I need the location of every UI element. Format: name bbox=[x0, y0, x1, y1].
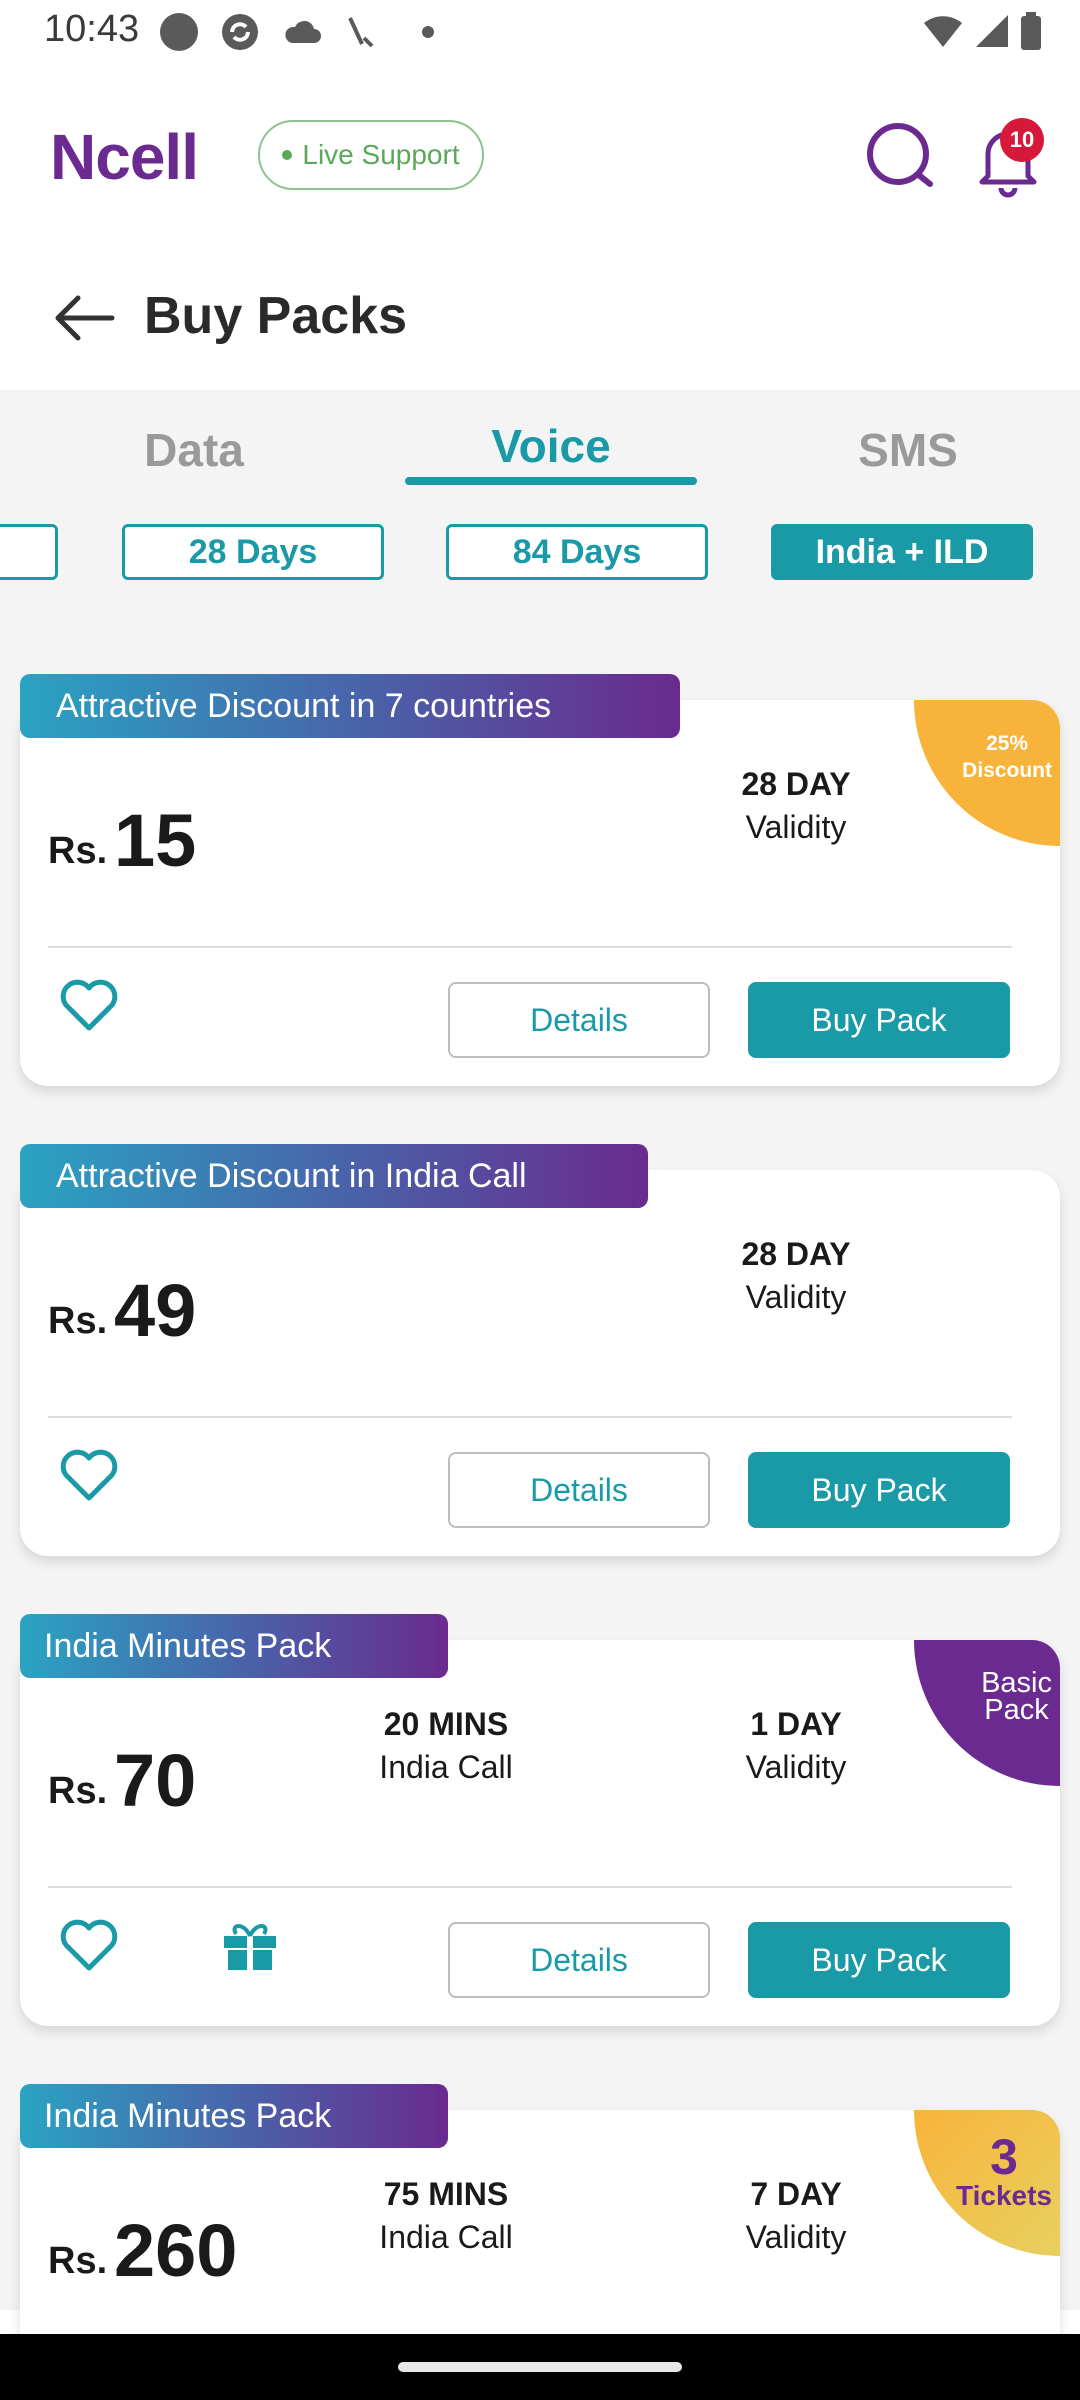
price-value: 260 bbox=[114, 2209, 238, 2292]
home-gesture-handle[interactable] bbox=[398, 2362, 682, 2372]
price-currency: Rs. bbox=[48, 1300, 108, 1342]
validity-label: Validity bbox=[745, 1279, 847, 1315]
validity-value: 28 DAY bbox=[741, 766, 851, 802]
app-header: Ncell Live Support 10 bbox=[0, 100, 1080, 220]
pack-card: Basic Pack Rs. 70 20 MINS India Call 1 DA… bbox=[20, 1640, 1060, 2026]
live-support-label: Live Support bbox=[302, 139, 460, 170]
price-value: 49 bbox=[114, 1269, 197, 1352]
tab-data[interactable]: Data bbox=[94, 423, 294, 477]
status-bar: 10:43 bbox=[0, 0, 1080, 64]
pack-banner: India Minutes Pack bbox=[20, 2084, 448, 2148]
minutes-stat: 20 MINS India Call bbox=[326, 1706, 566, 1786]
minutes-value: 20 MINS bbox=[383, 1706, 509, 1742]
discount-corner-badge: 25% Discount bbox=[914, 700, 1060, 846]
card-divider bbox=[48, 1416, 1012, 1418]
price-value: 15 bbox=[114, 799, 197, 882]
corner-badge-line2: Discount bbox=[962, 759, 1052, 782]
sync-icon bbox=[222, 14, 258, 50]
pack-card: 25% Discount Rs. 15 28 DAY Validity Detai… bbox=[20, 700, 1060, 1086]
search-icon[interactable] bbox=[862, 118, 942, 198]
status-time: 10:43 bbox=[44, 8, 140, 50]
price-currency: Rs. bbox=[48, 830, 108, 872]
buy-pack-button[interactable]: Buy Pack bbox=[748, 1922, 1010, 1998]
ncell-logo: Ncell bbox=[50, 121, 199, 193]
page-title: Buy Packs bbox=[144, 287, 408, 345]
validity-label: Validity bbox=[745, 809, 847, 845]
gift-icon[interactable] bbox=[220, 1916, 280, 1972]
details-button[interactable]: Details bbox=[448, 982, 710, 1058]
live-support-button[interactable]: Live Support bbox=[258, 120, 484, 190]
notification-count-badge: 10 bbox=[1000, 118, 1044, 162]
heart-icon[interactable] bbox=[58, 976, 120, 1032]
validity-stat: 28 DAY Validity bbox=[676, 766, 916, 846]
pack-banner: Attractive Discount in India Call bbox=[20, 1144, 648, 1208]
signal-icon bbox=[976, 15, 1008, 47]
price-currency: Rs. bbox=[48, 2240, 108, 2282]
minutes-label: India Call bbox=[379, 2219, 513, 2255]
pack-type-tabs: Data Voice SMS bbox=[0, 405, 1080, 495]
filter-chip-offscreen[interactable] bbox=[0, 524, 58, 580]
buy-pack-button[interactable]: Buy Pack bbox=[748, 982, 1010, 1058]
validity-label: Validity bbox=[745, 1749, 847, 1785]
cloud-icon bbox=[285, 20, 321, 43]
corner-badge-line1: 3 bbox=[990, 2129, 1018, 2185]
tab-sms[interactable]: SMS bbox=[808, 423, 1008, 477]
tools-icon bbox=[348, 17, 374, 48]
more-notifications-icon bbox=[422, 26, 434, 38]
corner-badge-line1: 25% bbox=[986, 732, 1029, 755]
validity-stat: 28 DAY Validity bbox=[676, 1236, 916, 1316]
details-button[interactable]: Details bbox=[448, 1922, 710, 1998]
minutes-label: India Call bbox=[379, 1749, 513, 1785]
buy-pack-button[interactable]: Buy Pack bbox=[748, 1452, 1010, 1528]
pack-card: Rs. 49 28 DAY Validity Details Buy Pack bbox=[20, 1170, 1060, 1556]
heart-icon[interactable] bbox=[58, 1916, 120, 1972]
pack-banner: Attractive Discount in 7 countries bbox=[20, 674, 680, 738]
card-divider bbox=[48, 946, 1012, 948]
validity-value: 28 DAY bbox=[741, 1236, 851, 1272]
validity-stat: 7 DAY Validity bbox=[676, 2176, 916, 2256]
wifi-icon bbox=[924, 16, 962, 47]
corner-badge-line2: Pack bbox=[984, 1694, 1049, 1726]
card-divider bbox=[48, 1886, 1012, 1888]
tab-voice[interactable]: Voice bbox=[405, 419, 697, 473]
filter-chip-india-ild[interactable]: India + ILD bbox=[771, 524, 1033, 580]
heart-icon[interactable] bbox=[58, 1446, 120, 1502]
battery-icon bbox=[1021, 12, 1041, 50]
validity-value: 7 DAY bbox=[750, 2176, 842, 2212]
minutes-value: 75 MINS bbox=[383, 2176, 509, 2212]
system-navigation-bar bbox=[0, 2334, 1080, 2400]
corner-badge-line2: Tickets bbox=[956, 2180, 1052, 2211]
filter-chip-28-days[interactable]: 28 Days bbox=[122, 524, 384, 580]
page-title-row: Buy Packs bbox=[0, 270, 1080, 370]
filter-chip-84-days[interactable]: 84 Days bbox=[446, 524, 708, 580]
back-arrow-icon[interactable] bbox=[50, 290, 116, 346]
validity-value: 1 DAY bbox=[750, 1706, 842, 1742]
notification-icon bbox=[160, 13, 198, 51]
details-button[interactable]: Details bbox=[448, 1452, 710, 1528]
validity-label: Validity bbox=[745, 2219, 847, 2255]
filter-chips: 28 Days 84 Days India + ILD bbox=[0, 524, 1080, 582]
minutes-stat: 75 MINS India Call bbox=[326, 2176, 566, 2256]
price-currency: Rs. bbox=[48, 1770, 108, 1812]
basic-pack-corner-badge: Basic Pack bbox=[914, 1640, 1060, 1786]
status-system-icons bbox=[922, 12, 1042, 50]
active-tab-indicator bbox=[405, 477, 697, 485]
price-value: 70 bbox=[114, 1739, 197, 1822]
validity-stat: 1 DAY Validity bbox=[676, 1706, 916, 1786]
tickets-corner-badge: 3 Tickets bbox=[914, 2110, 1060, 2256]
online-dot-icon bbox=[282, 150, 293, 160]
status-notification-icons bbox=[160, 12, 434, 52]
pack-banner: India Minutes Pack bbox=[20, 1614, 448, 1678]
